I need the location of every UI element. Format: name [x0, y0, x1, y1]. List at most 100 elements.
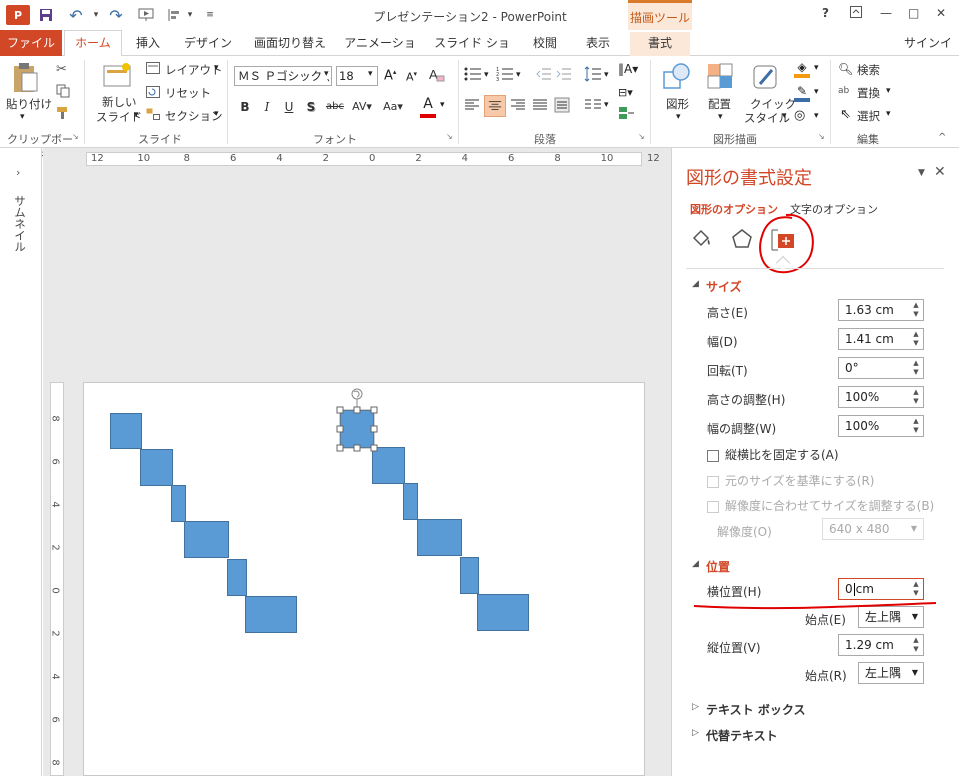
- fill-line-icon[interactable]: [690, 228, 714, 253]
- redo-icon[interactable]: ↷: [106, 5, 126, 25]
- section-dropdown-icon[interactable]: ▾: [214, 109, 219, 119]
- new-slide-label-1[interactable]: 新しい: [102, 94, 137, 110]
- tab-design[interactable]: デザイン: [180, 32, 236, 56]
- font-color-icon[interactable]: A: [420, 96, 436, 118]
- rotation-spinner-icon[interactable]: ▲ ▼: [911, 359, 921, 377]
- shape-rectangle[interactable]: [403, 483, 418, 520]
- select-cursor-icon[interactable]: ⇖: [840, 107, 851, 122]
- text-direction-icon[interactable]: ‖A▾: [618, 62, 638, 76]
- slideshow-from-start-icon[interactable]: [136, 5, 156, 25]
- line-spacing-dropdown-icon[interactable]: ▾: [604, 70, 609, 80]
- copy-icon[interactable]: [56, 84, 70, 101]
- font-name-dropdown-icon[interactable]: ▾: [324, 69, 329, 79]
- font-name-field[interactable]: ＭＳ Ｐゴシック (本文): [234, 66, 332, 86]
- find-icon[interactable]: 🔍︎: [838, 62, 853, 76]
- effects-icon[interactable]: [730, 228, 754, 253]
- shadow-icon[interactable]: S: [302, 98, 320, 116]
- shapes-icon[interactable]: [662, 62, 692, 95]
- shape-rectangle[interactable]: [110, 413, 142, 449]
- slide-canvas[interactable]: [83, 382, 645, 776]
- quick-styles-dropdown-icon[interactable]: ▾: [782, 111, 787, 121]
- font-color-dropdown-icon[interactable]: ▾: [440, 100, 445, 110]
- textbox-expand-icon[interactable]: ▷: [692, 702, 699, 712]
- new-slide-dropdown-icon[interactable]: ▾: [134, 110, 139, 120]
- help-button[interactable]: ?: [822, 6, 829, 20]
- scale-height-input[interactable]: 100% ▲ ▼: [838, 386, 924, 408]
- maximize-button[interactable]: □: [908, 6, 919, 20]
- drawing-launcher-icon[interactable]: ↘: [818, 132, 825, 141]
- pane-options-dropdown-icon[interactable]: ▼: [918, 168, 925, 178]
- select-button[interactable]: 選択: [857, 108, 880, 124]
- arrange-dropdown-icon[interactable]: ▾: [718, 112, 723, 122]
- scale-width-spinner-icon[interactable]: ▲ ▼: [911, 417, 921, 435]
- lock-aspect-row[interactable]: 縦横比を固定する(A): [707, 446, 839, 463]
- tab-format[interactable]: 書式: [630, 32, 690, 56]
- position-section-header[interactable]: 位置: [706, 558, 730, 575]
- numbering-icon[interactable]: 123: [496, 66, 514, 85]
- selection-handles[interactable]: [332, 383, 384, 455]
- tab-view[interactable]: 表示: [578, 32, 618, 56]
- paste-button[interactable]: 貼り付け: [6, 96, 52, 112]
- clear-formatting-icon[interactable]: A: [428, 66, 446, 87]
- width-spinner-icon[interactable]: ▲ ▼: [911, 330, 921, 348]
- quick-styles-icon[interactable]: [750, 62, 782, 95]
- select-dropdown-icon[interactable]: ▾: [886, 109, 891, 119]
- strikethrough-icon[interactable]: abc: [324, 98, 346, 116]
- change-case-icon[interactable]: Aa▾: [380, 98, 406, 116]
- height-spinner-icon[interactable]: ▲ ▼: [911, 301, 921, 319]
- tab-transitions[interactable]: 画面切り替え: [248, 32, 332, 56]
- tab-slideshow[interactable]: スライド ショー: [432, 32, 512, 72]
- size-collapse-icon[interactable]: ◢: [692, 279, 699, 289]
- shrink-font-icon[interactable]: A▾: [406, 70, 417, 84]
- font-launcher-icon[interactable]: ↘: [446, 132, 453, 141]
- line-spacing-icon[interactable]: [584, 66, 602, 85]
- vfrom-select[interactable]: 左上隅 ▼: [858, 662, 924, 684]
- vpos-spinner-icon[interactable]: ▲ ▼: [911, 636, 921, 654]
- shape-rectangle[interactable]: [227, 559, 247, 596]
- close-button[interactable]: ✕: [936, 6, 946, 20]
- shape-rectangle[interactable]: [140, 449, 173, 486]
- paste-dropdown-icon[interactable]: ▾: [20, 112, 25, 122]
- new-slide-icon[interactable]: [102, 62, 132, 91]
- paste-icon[interactable]: [10, 62, 40, 97]
- size-section-header[interactable]: サイズ: [706, 278, 742, 295]
- shape-outline-dropdown-icon[interactable]: ▾: [814, 87, 819, 97]
- qat-dropdown-icon[interactable]: ▾: [180, 5, 200, 25]
- decrease-indent-icon[interactable]: [536, 66, 552, 85]
- bold-icon[interactable]: B: [236, 98, 254, 116]
- replace-dropdown-icon[interactable]: ▾: [886, 86, 891, 96]
- thumbnail-label[interactable]: サムネイル: [12, 195, 28, 253]
- shape-outline-icon[interactable]: ✎: [794, 84, 810, 102]
- format-painter-icon[interactable]: [56, 106, 70, 123]
- arrange-button[interactable]: 配置: [708, 96, 731, 112]
- arrange-icon[interactable]: [706, 62, 734, 93]
- clipboard-launcher-icon[interactable]: ↘: [72, 132, 79, 141]
- vfrom-dropdown-icon[interactable]: ▼: [912, 663, 918, 683]
- find-button[interactable]: 検索: [857, 62, 880, 78]
- scale-height-spinner-icon[interactable]: ▲ ▼: [911, 388, 921, 406]
- align-right-icon[interactable]: [510, 98, 526, 115]
- undo-icon[interactable]: ↶: [66, 5, 86, 25]
- shape-rectangle[interactable]: [477, 594, 529, 631]
- italic-icon[interactable]: I: [258, 98, 276, 116]
- reset-button[interactable]: リセット: [165, 85, 211, 101]
- position-collapse-icon[interactable]: ◢: [692, 559, 699, 569]
- convert-smartart-icon[interactable]: [618, 106, 638, 123]
- shapes-dropdown-icon[interactable]: ▾: [676, 112, 681, 122]
- numbering-dropdown-icon[interactable]: ▾: [516, 70, 521, 80]
- layout-dropdown-icon[interactable]: ▾: [214, 63, 219, 73]
- shape-rectangle[interactable]: [184, 521, 229, 558]
- replace-button[interactable]: 置換: [857, 85, 880, 101]
- shape-fill-dropdown-icon[interactable]: ▾: [814, 63, 819, 73]
- shape-effects-icon[interactable]: ◎: [794, 108, 805, 123]
- justify-icon[interactable]: [532, 98, 548, 115]
- shape-effects-dropdown-icon[interactable]: ▾: [814, 111, 819, 121]
- columns-dropdown-icon[interactable]: ▾: [604, 100, 609, 110]
- shape-rectangle[interactable]: [171, 485, 186, 522]
- rotation-input[interactable]: 0° ▲ ▼: [838, 357, 924, 379]
- font-size-dropdown-icon[interactable]: ▾: [368, 69, 373, 79]
- pane-close-icon[interactable]: ✕: [934, 164, 946, 180]
- align-center-icon[interactable]: [484, 95, 506, 117]
- replace-icon[interactable]: ab: [838, 86, 849, 96]
- increase-indent-icon[interactable]: [556, 66, 572, 85]
